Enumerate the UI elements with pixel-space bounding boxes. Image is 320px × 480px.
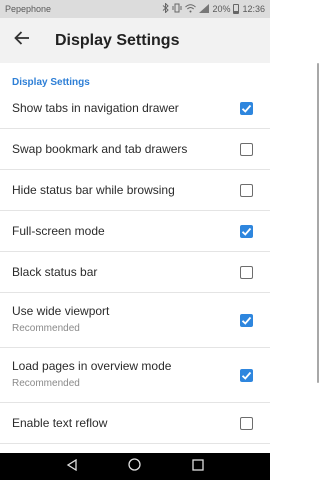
setting-row[interactable]: Show tabs in navigation drawer (0, 88, 270, 129)
checkmark-icon (241, 316, 252, 325)
battery-percent: 20% (212, 4, 231, 14)
checkbox-checked[interactable] (240, 225, 253, 238)
setting-row[interactable]: Hide status bar while browsing (0, 170, 270, 211)
setting-row[interactable]: Load pages in overview mode Recommended (0, 348, 270, 403)
battery-icon (233, 4, 240, 14)
checkbox-checked[interactable] (240, 314, 253, 327)
checkbox-unchecked[interactable] (240, 184, 253, 197)
cell-signal-icon (199, 3, 210, 15)
setting-row[interactable]: Swap bookmark and tab drawers (0, 129, 270, 170)
carrier-name: Pepephone (5, 4, 52, 14)
home-circle-icon (128, 457, 142, 476)
checkbox-unchecked[interactable] (240, 417, 253, 430)
setting-label: Enable text reflow (12, 416, 108, 430)
setting-row[interactable]: Enable text reflow (0, 403, 270, 444)
wifi-icon (185, 3, 197, 15)
setting-label: Swap bookmark and tab drawers (12, 142, 188, 156)
checkbox-unchecked[interactable] (240, 143, 253, 156)
checkmark-icon (241, 371, 252, 380)
recents-square-icon (192, 458, 204, 476)
checkbox-checked[interactable] (240, 102, 253, 115)
status-bar: Pepephone 20% 12:36 (0, 0, 270, 18)
arrow-back-icon (14, 31, 30, 50)
setting-label: Load pages in overview mode (12, 359, 172, 373)
status-icons: 20% 12:36 (162, 2, 265, 15)
setting-row[interactable]: Black status bar (0, 252, 270, 293)
scrollbar[interactable] (317, 63, 319, 383)
nav-back-button[interactable] (62, 457, 82, 477)
setting-row[interactable]: Full-screen mode (0, 211, 270, 252)
nav-recents-button[interactable] (188, 457, 208, 477)
checkbox-checked[interactable] (240, 369, 253, 382)
checkbox-unchecked[interactable] (240, 266, 253, 279)
settings-list: Display Settings Show tabs in navigation… (0, 63, 270, 453)
section-header: Display Settings (12, 77, 90, 88)
setting-label: Full-screen mode (12, 224, 105, 238)
checkmark-icon (241, 227, 252, 236)
back-button[interactable] (2, 18, 42, 63)
setting-label: Black status bar (12, 265, 98, 279)
back-triangle-icon (66, 458, 78, 476)
page-title: Display Settings (55, 31, 180, 49)
clock: 12:36 (242, 4, 265, 14)
setting-label: Use wide viewport (12, 304, 110, 318)
bluetooth-icon (162, 2, 170, 15)
app-bar: Display Settings (0, 18, 270, 63)
navigation-bar (0, 453, 270, 480)
checkmark-icon (241, 104, 252, 113)
setting-summary: Recommended (12, 378, 80, 389)
settings-rows: Show tabs in navigation drawer Swap bookm… (0, 88, 270, 444)
vibrate-icon (172, 3, 182, 15)
setting-label: Hide status bar while browsing (12, 183, 175, 197)
setting-summary: Recommended (12, 323, 80, 334)
setting-row[interactable]: Use wide viewport Recommended (0, 293, 270, 348)
nav-home-button[interactable] (125, 457, 145, 477)
setting-label: Show tabs in navigation drawer (12, 101, 179, 115)
